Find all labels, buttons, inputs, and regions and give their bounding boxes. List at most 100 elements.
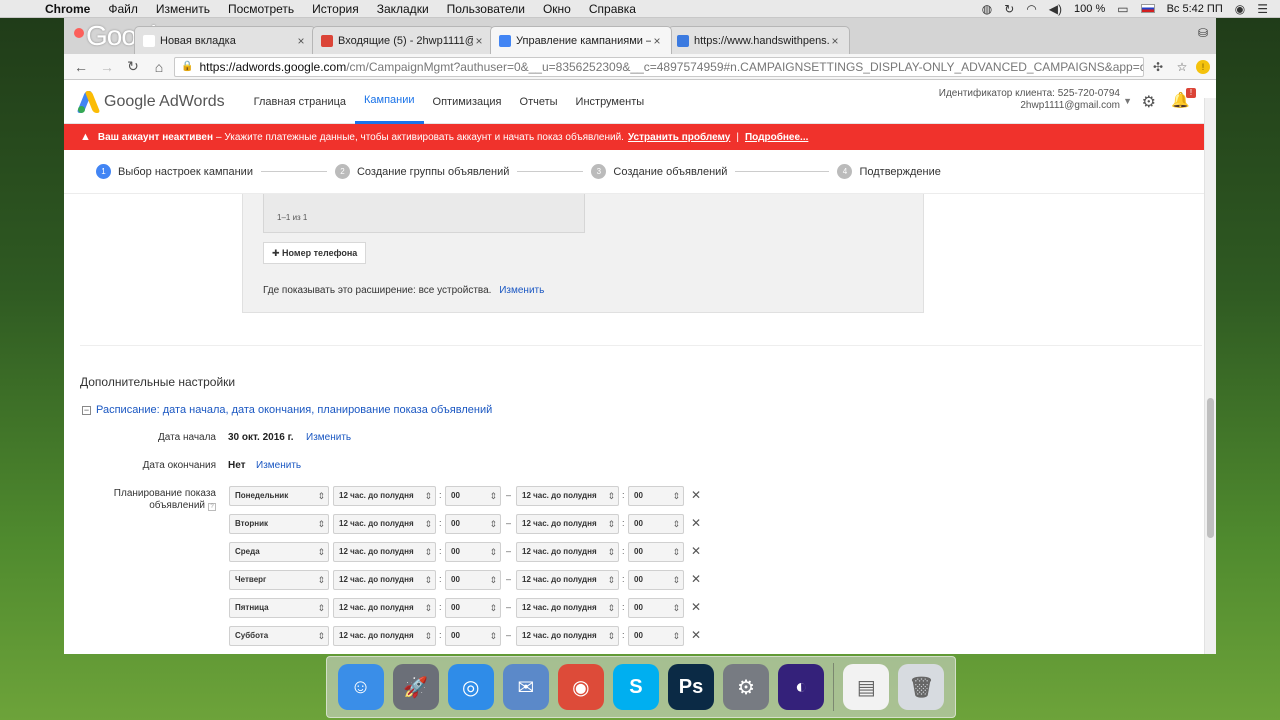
close-tab-icon[interactable]: × [651,34,663,48]
close-tab-icon[interactable]: × [295,34,307,48]
to-hour-select[interactable]: 12 час. до полудня [516,598,619,618]
nav-tab-2[interactable]: Оптимизация [424,80,511,124]
menu-item-5[interactable]: Закладки [368,2,438,16]
nav-tab-4[interactable]: Инструменты [567,80,654,124]
from-hour-select[interactable]: 12 час. до полудня [333,514,436,534]
from-minute-select[interactable]: 00 [445,486,501,506]
remove-row-icon[interactable]: ✕ [691,516,701,530]
bell-icon[interactable]: 🔔! [1171,88,1196,109]
document-icon[interactable]: ▤ [843,664,890,710]
remove-row-icon[interactable]: ✕ [691,488,701,502]
more-info-link[interactable]: Подробнее... [745,132,808,143]
launchpad-icon[interactable]: 🚀 [392,664,439,710]
nav-tab-3[interactable]: Отчеты [511,80,567,124]
from-hour-select[interactable]: 12 час. до полудня [333,542,436,562]
close-window-icon[interactable] [74,28,84,38]
scrollbar-thumb[interactable] [1207,398,1214,538]
from-minute-select[interactable]: 00 [445,598,501,618]
nav-tab-1[interactable]: Кампании [355,80,424,124]
trash-icon[interactable]: 🗑 [898,664,945,710]
to-minute-select[interactable]: 00 [628,570,684,590]
back-icon[interactable]: ← [70,59,92,75]
system-preferences-icon[interactable]: ⚙ [723,664,770,710]
from-minute-select[interactable]: 00 [445,514,501,534]
menu-item-1[interactable]: Файл [99,2,147,16]
to-minute-select[interactable]: 00 [628,626,684,646]
url-input[interactable]: 🔒 https://adwords.google.com/cm/Campaign… [174,56,1144,77]
browser-tab-3[interactable]: https://www.handswithpens.co × [668,26,850,54]
reload-icon[interactable]: ↻ [122,58,144,75]
schedule-link[interactable]: Расписание: дата начала, дата окончания,… [96,404,492,416]
to-hour-select[interactable]: 12 час. до полудня [516,542,619,562]
notification-center-icon[interactable]: ☰ [1257,2,1268,16]
to-minute-select[interactable]: 00 [628,542,684,562]
finder-icon[interactable]: ☺ [337,664,384,710]
close-tab-icon[interactable]: × [473,34,485,48]
from-hour-select[interactable]: 12 час. до полудня [333,570,436,590]
sync-icon[interactable]: ↻ [1004,2,1014,16]
safari-icon[interactable]: ◎ [447,664,494,710]
chrome-icon[interactable]: ◉ [557,664,604,710]
to-minute-select[interactable]: 00 [628,486,684,506]
incognito-profile-icon[interactable]: ⛁ [1198,26,1208,40]
day-select[interactable]: Суббота [229,626,329,646]
input-language-icon[interactable] [1140,4,1155,13]
photoshop-icon[interactable]: Ps [668,664,714,710]
day-select[interactable]: Понедельник [229,486,329,506]
wizard-step-3[interactable]: 3 Создание объявлений [591,164,727,179]
from-minute-select[interactable]: 00 [445,626,501,646]
volume-icon[interactable]: ◀) [1049,2,1062,16]
to-hour-select[interactable]: 12 час. до полудня [516,486,619,506]
adwords-logo[interactable]: Google AdWords [76,90,225,113]
menu-item-8[interactable]: Справка [580,2,645,16]
schedule-section-toggle[interactable]: − Расписание: дата начала, дата окончания… [82,404,492,416]
menu-item-3[interactable]: Посмотреть [219,2,303,16]
menu-item-4[interactable]: История [303,2,368,16]
remove-row-icon[interactable]: ✕ [691,572,701,586]
bookmark-star-icon[interactable]: ☆ [1172,60,1192,74]
to-hour-select[interactable]: 12 час. до полудня [516,626,619,646]
menu-item-6[interactable]: Пользователи [438,2,534,16]
wizard-step-2[interactable]: 2 Создание группы объявлений [334,164,509,179]
browser-tab-0[interactable]: Новая вкладка × [134,26,316,54]
wifi-icon[interactable]: ◠ [1026,2,1036,16]
day-select[interactable]: Среда [229,542,329,562]
collapse-icon[interactable]: − [82,405,91,415]
gear-icon[interactable]: ⚙ [1142,92,1156,112]
creative-cloud-icon[interactable]: ◍ [982,2,992,16]
from-hour-select[interactable]: 12 час. до полудня [333,598,436,618]
extension-badge-icon[interactable]: ! [1196,59,1210,74]
from-minute-select[interactable]: 00 [445,542,501,562]
day-select[interactable]: Четверг [229,570,329,590]
day-select[interactable]: Пятница [229,598,329,618]
wizard-step-4[interactable]: 4 Подтверждение [837,164,941,179]
to-minute-select[interactable]: 00 [628,514,684,534]
change-devices-link[interactable]: Изменить [499,285,544,296]
account-dropdown-icon[interactable]: ▼ [1123,96,1132,106]
from-minute-select[interactable]: 00 [445,570,501,590]
from-hour-select[interactable]: 12 час. до полудня [333,486,436,506]
extension-icon[interactable]: ✣ [1148,60,1168,74]
forward-icon[interactable]: → [96,59,118,75]
to-hour-select[interactable]: 12 час. до полудня [516,570,619,590]
clock[interactable]: Вс 5:42 ПП [1167,3,1223,15]
wizard-step-1[interactable]: 1 Выбор настроек кампании [96,164,253,179]
fix-problem-link[interactable]: Устранить проблему [628,132,730,143]
remove-row-icon[interactable]: ✕ [691,600,701,614]
siri-icon[interactable]: ◐ [778,664,825,710]
page-scrollbar[interactable] [1204,98,1216,654]
end-date-change-link[interactable]: Изменить [256,460,301,471]
help-icon[interactable]: ? [208,503,216,511]
day-select[interactable]: Вторник [229,514,329,534]
home-icon[interactable]: ⌂ [148,59,170,75]
from-hour-select[interactable]: 12 час. до полудня [333,626,436,646]
menu-item-7[interactable]: Окно [534,2,580,16]
browser-tab-2[interactable]: Управление кампаниями – Go× [490,26,672,54]
battery-icon[interactable]: ▭ [1117,2,1128,16]
close-tab-icon[interactable]: × [829,34,841,48]
remove-row-icon[interactable]: ✕ [691,544,701,558]
start-date-change-link[interactable]: Изменить [306,432,351,443]
add-phone-button[interactable]: ✚ Номер телефона [263,242,367,264]
battery-percent[interactable]: 100 % [1074,3,1105,15]
user-icon[interactable]: ◉ [1235,2,1245,16]
